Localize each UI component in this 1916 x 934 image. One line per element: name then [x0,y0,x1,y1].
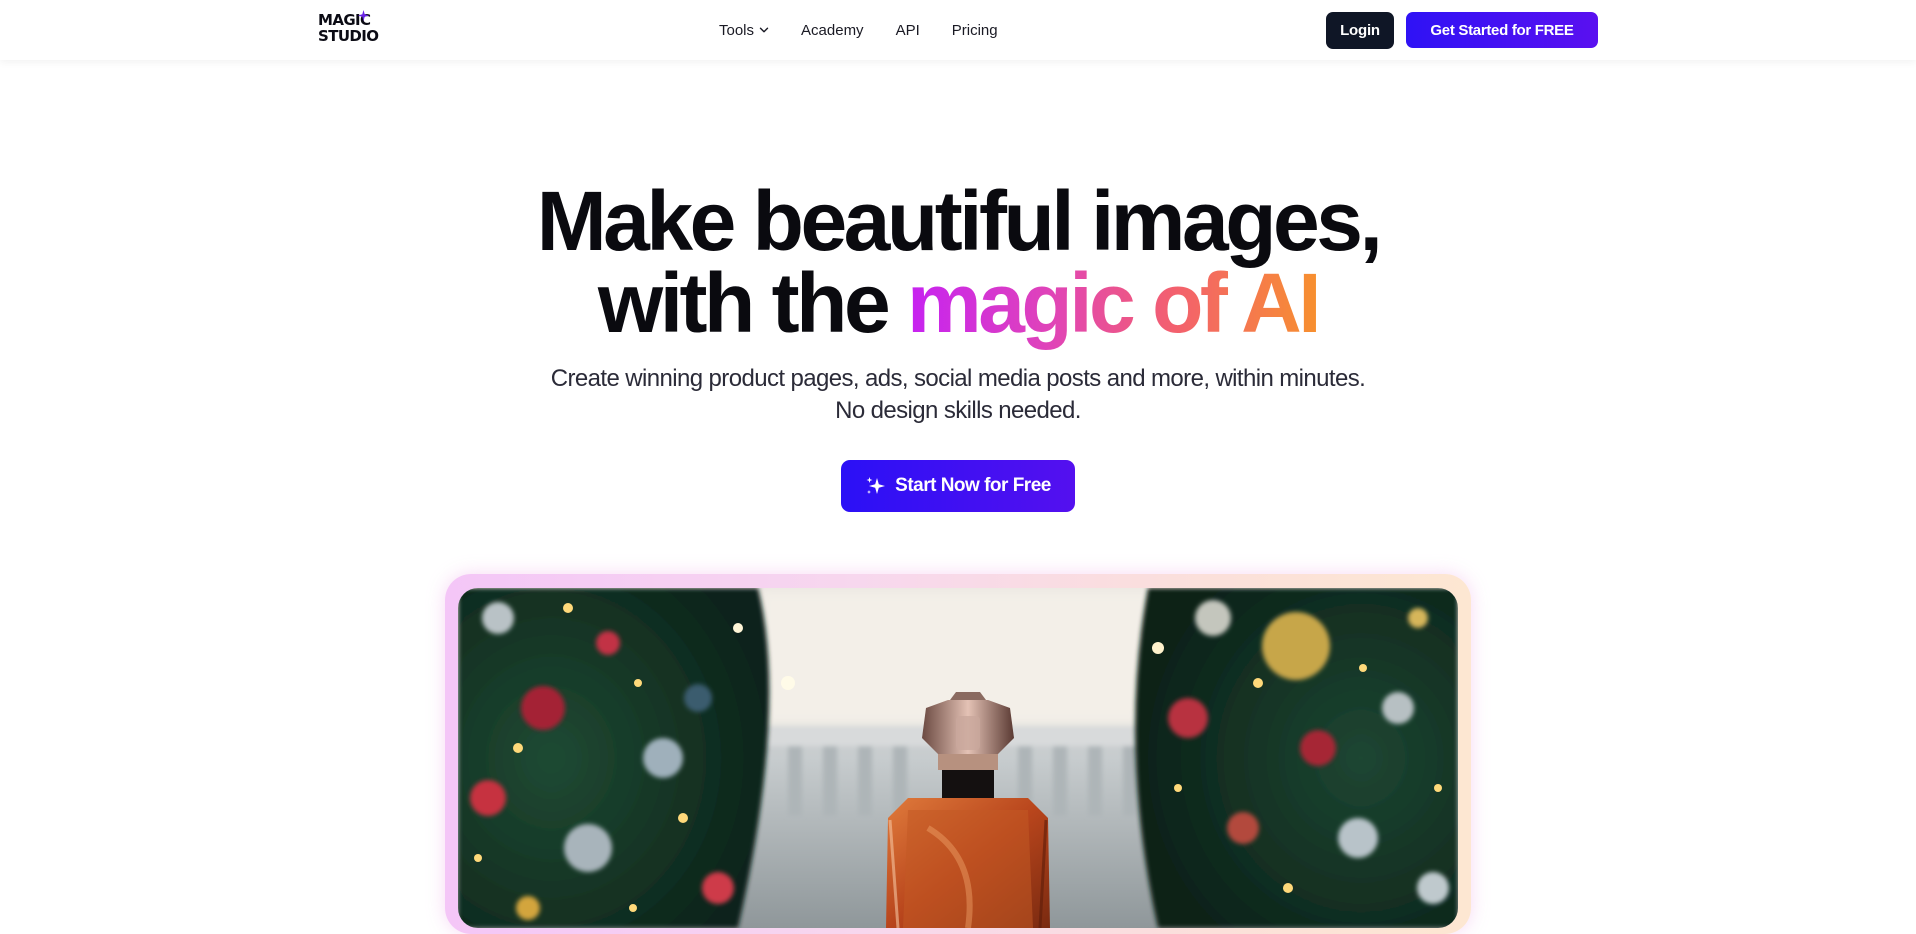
subtitle-line-2: No design skills needed. [835,397,1081,424]
nav-item-academy[interactable]: Academy [801,22,864,39]
headline-gradient-text: magic of AI [907,256,1322,350]
headline-line-1: Make beautiful images, [536,174,1383,268]
preview-image [458,588,1458,928]
sparkle-icon [358,10,369,21]
nav-item-label: API [895,21,920,39]
login-button[interactable]: Login [1326,12,1394,49]
subtitle-line-1: Create winning product pages, ads, socia… [550,365,1366,392]
nav-item-label: Pricing [951,21,998,39]
start-now-button[interactable]: Start Now for Free [841,460,1075,512]
nav-item-label: Academy [801,21,864,39]
nav-item-api[interactable]: API [896,22,920,39]
headline-line-2: with the magic of AI [0,261,1916,345]
hero-subtitle: Create winning product pages, ads, socia… [0,363,1916,427]
nav-item-tools[interactable]: Tools [719,22,769,39]
main-nav: Tools Academy API Pricing [719,20,998,40]
logo-line-2: STUDIO [318,27,379,45]
nav-item-label: Tools [719,21,755,39]
get-started-button[interactable]: Get Started for FREE [1406,12,1598,48]
sparkles-icon [866,477,886,494]
logo-line-1: MAGIC [318,11,371,29]
magic-studio-logo[interactable]: MAGIC STUDIO [318,10,380,50]
headline-plain-text: with the [597,256,907,350]
chevron-down-icon [759,27,769,33]
nav-item-pricing[interactable]: Pricing [952,22,998,39]
hero-headline: Make beautiful images, with the magic of… [0,174,1916,345]
start-now-label: Start Now for Free [895,475,1051,496]
top-navigation-bar: MAGIC STUDIO Tools Academy API Pricing L… [0,0,1916,60]
perfume-bottle-christmas-image [458,588,1458,928]
